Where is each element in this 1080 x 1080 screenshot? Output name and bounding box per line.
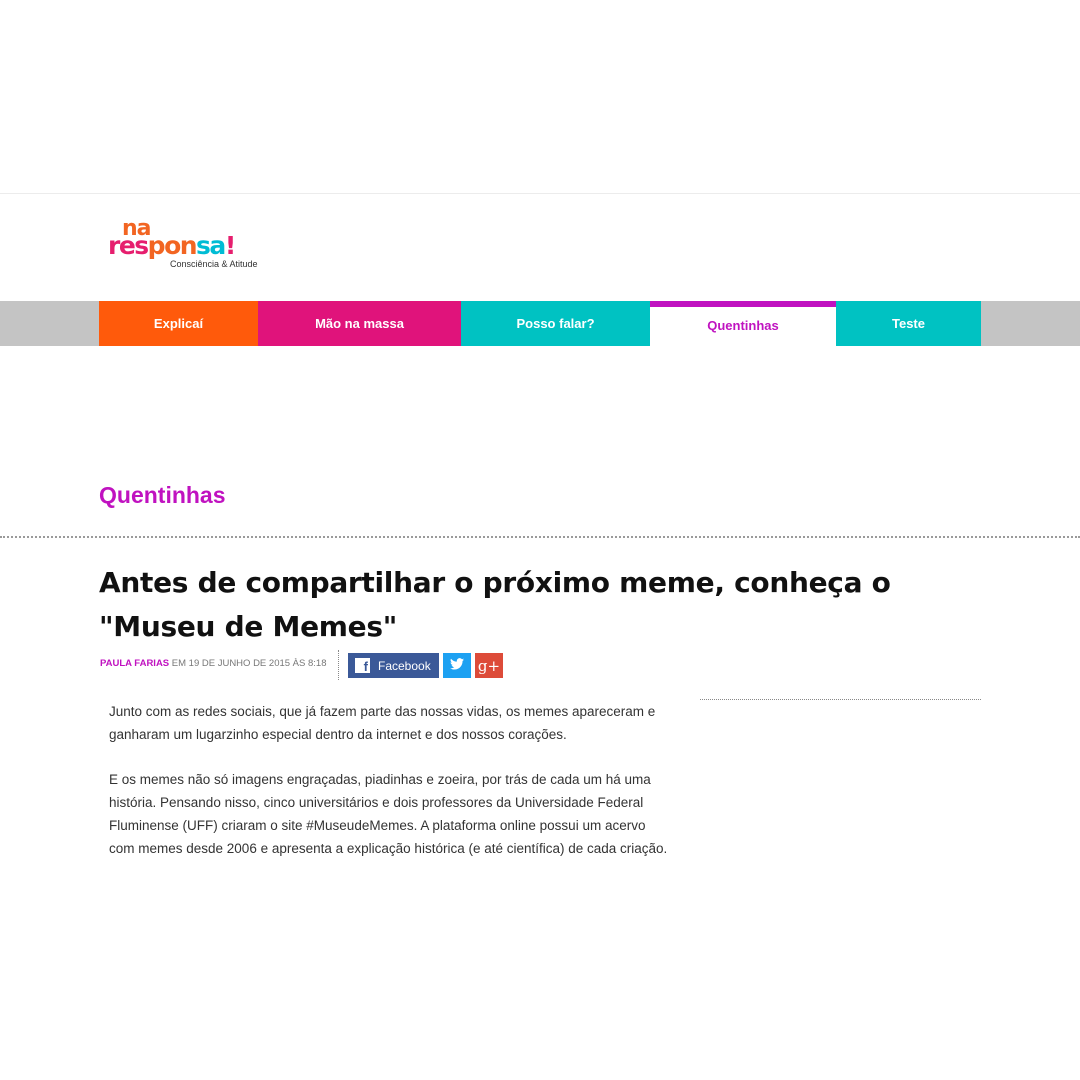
article-headline: Antes de compartilhar o próximo meme, co… [99,566,891,643]
main-nav: Explicaí Mão na massa Posso falar? Quent… [0,301,1080,346]
google-plus-icon: g+ [477,656,501,675]
article-meta: PAULA FARIAS EM 19 DE JUNHO DE 2015 ÀS 8… [100,658,326,669]
author-link[interactable]: PAULA FARIAS [100,658,169,669]
nav-item-posso-falar[interactable]: Posso falar? [461,301,650,346]
nav-item-quentinhas[interactable]: Quentinhas [650,301,836,346]
logo-word-responsa: responsa! [108,231,236,260]
bottom-whitespace [0,886,1080,1080]
sidebar-divider [700,699,981,700]
google-plus-share-button[interactable]: g+ [475,653,503,678]
section-divider [0,536,1080,538]
article-body: Junto com as redes sociais, que já fazem… [109,700,674,882]
site-logo[interactable]: na responsa! Consciência & Atitude [108,216,283,274]
meta-divider [338,650,339,680]
top-whitespace [0,0,1080,194]
facebook-share-button[interactable]: f Facebook [348,653,439,678]
article-paragraph: Junto com as redes sociais, que já fazem… [109,704,656,742]
logo-tagline: Consciência & Atitude [170,259,258,269]
twitter-share-button[interactable] [443,653,471,678]
twitter-icon [450,657,464,675]
facebook-share-label: Facebook [378,658,431,673]
article-paragraph: E os memes não só imagens engraçadas, pi… [109,772,668,856]
nav-item-teste[interactable]: Teste [836,301,981,346]
facebook-icon: f [355,658,370,673]
section-title: Quentinhas [99,482,226,508]
publish-date: EM 19 DE JUNHO DE 2015 ÀS 8:18 [169,658,327,669]
nav-item-mao-na-massa[interactable]: Mão na massa [258,301,461,346]
nav-item-explicai[interactable]: Explicaí [99,301,258,346]
